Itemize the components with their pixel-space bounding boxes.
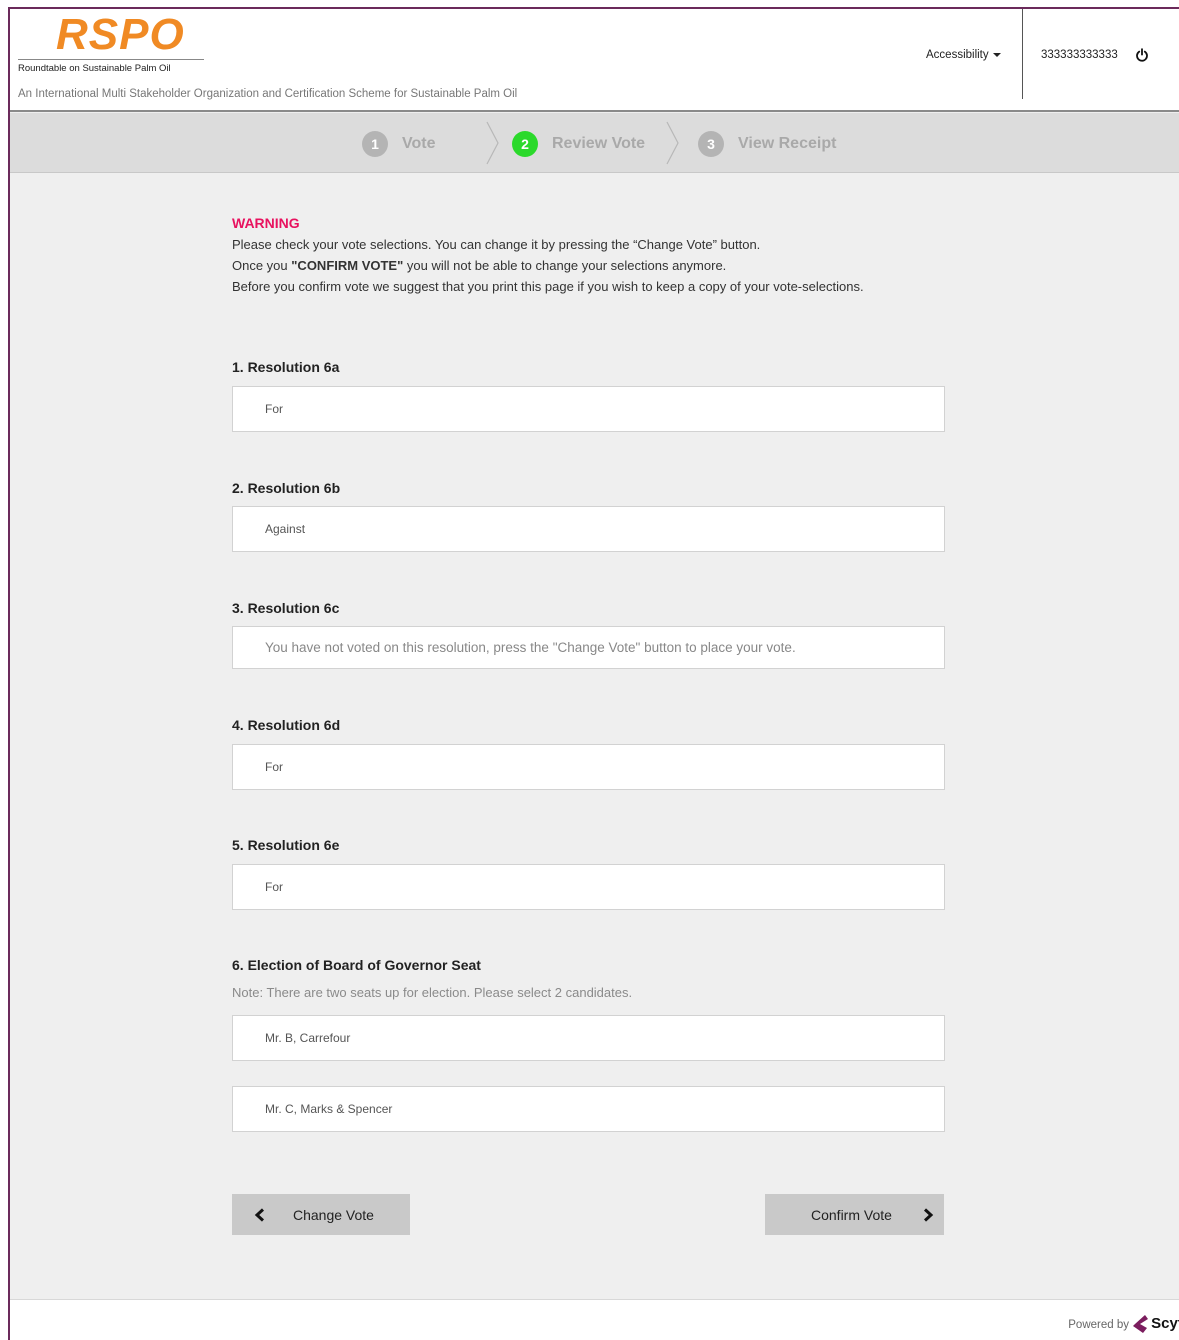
caret-down-icon [992,52,1001,57]
power-icon[interactable] [1135,48,1149,62]
change-vote-button[interactable]: Change Vote [232,1194,410,1235]
chevron-right-icon [923,1207,934,1222]
step-label: Review Vote [552,135,646,152]
warning-title: WARNING [232,215,300,231]
user-id: 333333333333 [1041,49,1118,61]
confirm-vote-label: Confirm Vote [811,1206,892,1223]
confirm-vote-button[interactable]: Confirm Vote [765,1194,944,1235]
question-title: 5. Resolution 6e [232,837,340,853]
answer-box: For [232,386,945,432]
answer-box: For [232,864,945,910]
chevron-left-icon [254,1207,265,1222]
step-label: View Receipt [738,135,837,152]
chevron-right-icon [486,121,499,165]
step-number: 2 [512,131,538,157]
warning-emphasis: "CONFIRM VOTE" [291,258,404,273]
chevron-right-icon [666,121,679,165]
powered-by-text: Powered by [1068,1319,1129,1331]
change-vote-label: Change Vote [293,1206,374,1223]
warning-line-1: Please check your vote selections. You c… [232,237,761,252]
step-review-vote: 2 Review Vote [512,131,646,157]
answer-box: Mr. B, Carrefour [232,1015,945,1061]
logo-subtitle: Roundtable on Sustainable Palm Oil [18,63,171,74]
question-title: 1. Resolution 6a [232,359,340,375]
scytl-brand[interactable]: Scytl [1151,1315,1179,1332]
step-vote: 1 Vote [362,131,436,157]
page-frame: RSPO Roundtable on Sustainable Palm Oil … [8,7,1179,1340]
logo-text: RSPO [56,10,185,59]
logo-divider [18,59,204,60]
step-number: 3 [698,131,724,157]
question-title: 6. Election of Board of Governor Seat [232,957,481,973]
step-number: 1 [362,131,388,157]
scytl-logo-icon [1133,1315,1148,1333]
tagline: An International Multi Stakeholder Organ… [18,88,518,100]
accessibility-menu[interactable]: Accessibility [926,49,1001,61]
question-note: Note: There are two seats up for electio… [232,985,633,1000]
question-title: 4. Resolution 6d [232,717,341,733]
warning-line-3: Before you confirm vote we suggest that … [232,279,864,294]
step-view-receipt: 3 View Receipt [698,131,837,157]
progress-stepper: 1 Vote 2 Review Vote 3 View Receipt [10,113,1179,173]
rspo-logo[interactable]: RSPO Roundtable on Sustainable Palm Oil [18,13,204,74]
warning-line-2: Once you "CONFIRM VOTE" you will not be … [232,258,726,273]
accessibility-label: Accessibility [926,49,989,61]
question-title: 2. Resolution 6b [232,480,341,496]
answer-box: Mr. C, Marks & Spencer [232,1086,945,1132]
question-title: 3. Resolution 6c [232,600,340,616]
warning-text: Once you [232,258,292,273]
answer-box: Against [232,506,945,552]
answer-box: For [232,744,945,790]
header-divider [1022,9,1023,99]
step-label: Vote [402,135,436,152]
footer: Powered by Scytl [10,1299,1179,1340]
header: RSPO Roundtable on Sustainable Palm Oil … [10,9,1179,112]
warning-text: you will not be able to change your sele… [403,258,727,273]
answer-box-empty: You have not voted on this resolution, p… [232,626,945,669]
